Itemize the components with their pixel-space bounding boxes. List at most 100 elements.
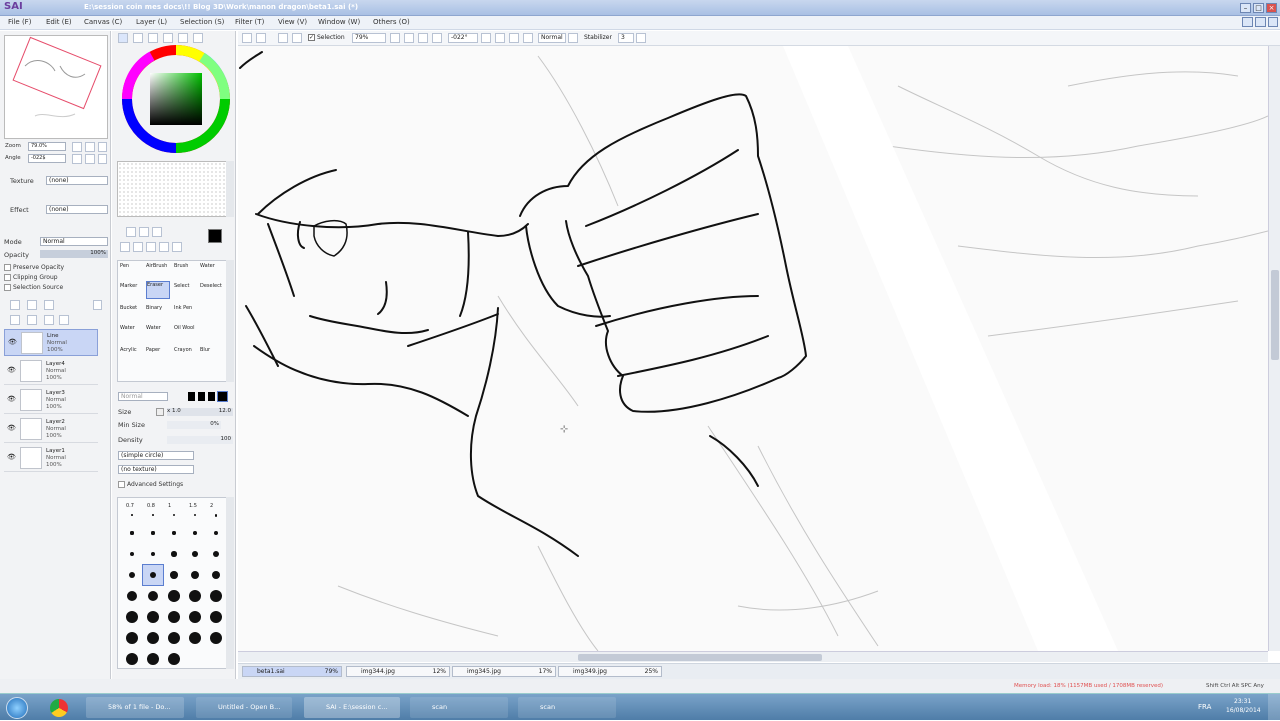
rotate-reset-icon[interactable] (509, 33, 519, 43)
navigator-preview[interactable] (4, 35, 108, 139)
zoom-out-button[interactable] (72, 142, 82, 152)
layer-item-layer1[interactable]: 👁 Layer1 Normal 100% (4, 445, 98, 472)
rotation-field[interactable]: -022° (448, 33, 478, 43)
size-multiplier-button[interactable] (156, 408, 164, 416)
eye-icon[interactable]: 👁 (7, 395, 16, 403)
brush-size-preset[interactable] (143, 628, 163, 648)
scratch-pad[interactable] (117, 161, 227, 217)
menu-layer[interactable]: Layer (L) (136, 18, 167, 26)
invert-selection-button[interactable] (256, 33, 266, 43)
vertical-scroll-thumb[interactable] (1271, 270, 1279, 360)
brush-size-preset[interactable] (164, 586, 184, 606)
zoom-out-icon[interactable] (390, 33, 400, 43)
brush-size-preset[interactable] (122, 649, 142, 669)
zoom-dropdown[interactable]: 79% (352, 33, 386, 43)
clear-layer-button[interactable] (44, 315, 54, 325)
trash-icon[interactable] (59, 315, 69, 325)
brush-size-preset[interactable] (164, 628, 184, 648)
new-layer-button[interactable] (10, 300, 20, 310)
tool-select[interactable]: Select (174, 283, 198, 305)
magic-wand-icon[interactable] (152, 227, 162, 237)
layer-item-layer4[interactable]: 👁 Layer4 Normal 100% (4, 358, 98, 385)
brush-size-preset[interactable]: 0.8 (143, 502, 163, 522)
view-mode-dropdown[interactable]: Normal (538, 33, 566, 43)
brush-size-preset[interactable]: 2 (206, 502, 226, 522)
tool-crayon[interactable]: Crayon (174, 347, 198, 367)
brush-size-preset[interactable] (164, 649, 184, 669)
horizontal-scroll-thumb[interactable] (578, 654, 822, 661)
vertical-scrollbar[interactable] (1268, 46, 1280, 651)
density-slider[interactable]: 100 (167, 436, 233, 444)
doc-tab-img349[interactable]: img349.jpg 25% (558, 666, 662, 677)
brush-size-preset[interactable] (164, 544, 184, 564)
zoom-fit-icon[interactable] (418, 33, 428, 43)
doc-tab-img344[interactable]: img344.jpg 12% (346, 666, 450, 677)
menu-filter[interactable]: Filter (T) (235, 18, 264, 26)
show-desktop-button[interactable] (1268, 694, 1280, 721)
brush-size-preset[interactable] (185, 523, 205, 543)
tool-water[interactable]: Water (200, 263, 224, 285)
tool-eraser[interactable]: Eraser (146, 281, 170, 299)
min-size-slider[interactable]: 0% (167, 421, 221, 429)
eye-icon[interactable]: 👁 (7, 424, 16, 432)
brush-size-preset[interactable] (206, 607, 226, 627)
select-all-button[interactable] (292, 33, 302, 43)
layer-item-line[interactable]: 👁 Line Normal 100% (4, 329, 98, 356)
taskbar-item-scan-2[interactable]: scan (518, 697, 616, 718)
rotate-tool-icon[interactable] (146, 242, 156, 252)
brush-size-preset[interactable] (143, 607, 163, 627)
color-wheel-tab[interactable] (118, 33, 128, 43)
selection-source-checkbox[interactable] (4, 284, 11, 291)
zoom-tool-icon[interactable] (133, 242, 143, 252)
hand-tool-icon[interactable] (159, 242, 169, 252)
flip-horizontal-icon[interactable] (523, 33, 533, 43)
clock-date[interactable]: 16/08/2014 (1226, 707, 1261, 714)
tool-blur[interactable]: Blur (200, 347, 224, 367)
stabilizer-arrow[interactable] (636, 33, 646, 43)
deselect-button[interactable] (242, 33, 252, 43)
layer-item-layer3[interactable]: 👁 Layer3 Normal 100% (4, 387, 98, 414)
brush-size-preset[interactable] (206, 565, 226, 585)
brush-edge-2[interactable] (198, 392, 205, 401)
brush-blend-dropdown[interactable]: Normal (118, 392, 168, 401)
zoom-in-icon[interactable] (404, 33, 414, 43)
rotate-right-button[interactable] (85, 154, 95, 164)
copy-layer-button[interactable] (10, 315, 20, 325)
size-slider[interactable]: x 1.0 12.0 (167, 408, 233, 416)
brush-size-preset[interactable] (185, 565, 205, 585)
rgb-slider-tab[interactable] (133, 33, 143, 43)
blend-mode-dropdown[interactable]: Normal (40, 237, 108, 246)
view-selection-button[interactable] (278, 33, 288, 43)
brush-size-preset[interactable] (122, 586, 142, 606)
brush-size-preset[interactable] (164, 607, 184, 627)
menu-edit[interactable]: Edit (E) (46, 18, 72, 26)
tool-water-3[interactable]: Water (146, 325, 170, 345)
tool-grid-scrollbar[interactable] (226, 260, 234, 382)
brush-size-preset[interactable] (185, 586, 205, 606)
opacity-slider[interactable]: 100% (40, 250, 108, 258)
brush-size-preset[interactable] (122, 607, 142, 627)
tool-paper[interactable]: Paper (146, 347, 170, 367)
brush-edge-4[interactable] (217, 391, 228, 402)
tool-acrylic[interactable]: Acrylic (120, 347, 144, 367)
effect-dropdown[interactable]: (none) (46, 205, 108, 214)
language-indicator[interactable]: FRA (1198, 703, 1211, 711)
new-folder-button[interactable] (44, 300, 54, 310)
brush-size-preset[interactable] (206, 544, 226, 564)
menu-selection[interactable]: Selection (S) (180, 18, 224, 26)
tool-brush[interactable]: Brush (174, 263, 198, 285)
rotate-ccw-icon[interactable] (481, 33, 491, 43)
menu-others[interactable]: Others (O) (373, 18, 410, 26)
delete-layer-icon[interactable] (93, 300, 102, 310)
chrome-icon[interactable] (50, 699, 68, 717)
primary-color-swatch[interactable] (208, 229, 222, 243)
swatches-tab[interactable] (163, 33, 173, 43)
mixer-tab[interactable] (193, 33, 203, 43)
doc-tab-beta1[interactable]: beta1.sai 79% (242, 666, 342, 677)
brush-edge-1[interactable] (188, 392, 195, 401)
brush-size-preset[interactable] (122, 523, 142, 543)
scratch-pad-scrollbar[interactable] (226, 161, 234, 217)
eyedropper-icon[interactable] (172, 242, 182, 252)
eye-icon[interactable]: 👁 (8, 338, 17, 346)
rotate-cw-icon[interactable] (495, 33, 505, 43)
